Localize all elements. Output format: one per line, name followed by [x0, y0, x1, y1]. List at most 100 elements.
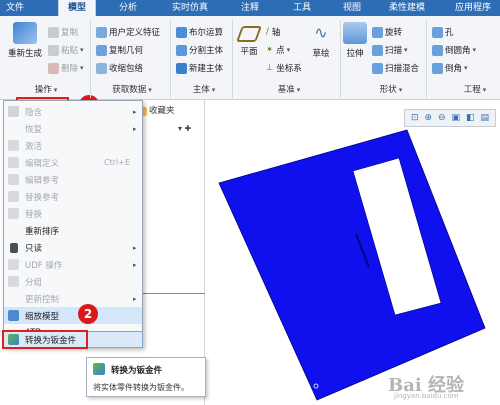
sheet-body-face	[218, 129, 486, 401]
sketch-button[interactable]: ∿ 草绘	[306, 22, 336, 59]
ribbon-separator	[426, 20, 427, 98]
menu-label: 隐含	[25, 107, 43, 118]
tree-insert-indicator	[143, 293, 205, 294]
menu-item-read-only[interactable]: 只读 ▸	[4, 239, 142, 256]
menu-label: UDF 操作	[25, 260, 63, 271]
shrinkwrap-label: 收缩包络	[109, 64, 144, 74]
update-control-icon	[8, 293, 19, 304]
menu-shortcut: Ctrl+E	[104, 158, 130, 167]
graphics-window[interactable]	[205, 100, 500, 405]
favorites-tab[interactable]: 收藏夹	[138, 104, 175, 118]
suppress-icon	[8, 106, 19, 117]
menu-label: 恢复	[25, 124, 43, 135]
ribbon-separator	[90, 20, 91, 98]
menu-item-group[interactable]: 分组	[4, 273, 142, 290]
tab-analysis[interactable]: 分析	[112, 0, 144, 16]
replace-icon	[8, 208, 19, 219]
udf-operations-icon	[8, 259, 19, 270]
watermark-url: jingyan.baidu.com	[394, 392, 459, 400]
menu-item-suppress[interactable]: 隐含 ▸	[4, 103, 142, 120]
operations-group-button[interactable]: 操作 ▾	[14, 82, 78, 98]
reorder-icon	[8, 225, 19, 236]
operations-label: 操作	[34, 85, 52, 95]
tab-flexible-modeling[interactable]: 柔性建模	[380, 0, 434, 16]
menu-item-update-control[interactable]: 更新控制 ▸	[4, 290, 142, 307]
axis-icon: /	[266, 27, 269, 37]
tab-file[interactable]: 文件	[0, 0, 30, 16]
menu-item-scale-model[interactable]: 缩放模型	[4, 307, 142, 324]
extrude-label: 拉伸	[346, 49, 364, 59]
body-label: 主体	[192, 85, 210, 95]
tab-tools[interactable]: 工具	[286, 0, 318, 16]
menu-item-edit-references[interactable]: 编辑参考	[4, 171, 142, 188]
extrude-icon	[343, 22, 367, 44]
zoom-in-icon[interactable]: ⊕	[425, 113, 433, 123]
replace-references-icon	[8, 191, 19, 202]
shrinkwrap-button[interactable]: 收缩包络	[96, 61, 143, 75]
split-body-label: 分割主体	[189, 46, 224, 56]
highlight-box-convert	[2, 330, 88, 349]
favorites-label: 收藏夹	[149, 106, 175, 116]
menu-item-reorder[interactable]: 重新排序	[4, 222, 142, 239]
repaint-icon[interactable]: ▣	[452, 113, 461, 123]
udf-button[interactable]: 用户定义特征	[96, 25, 160, 39]
step-marker-2: 2	[78, 304, 98, 324]
shapes-group-button[interactable]: 形状 ▾	[364, 82, 418, 98]
chamfer-button[interactable]: 倒角 ▾	[432, 61, 468, 75]
get-data-label: 获取数据	[112, 85, 147, 95]
shrinkwrap-icon	[96, 62, 107, 74]
body-group-button[interactable]: 主体 ▾	[180, 82, 228, 98]
get-data-group-button[interactable]: 获取数据 ▾	[100, 82, 164, 98]
datum-group-button[interactable]: 基准 ▾	[262, 82, 316, 98]
plane-button[interactable]: 平面	[236, 22, 262, 57]
extrude-button[interactable]: 拉伸	[342, 22, 368, 59]
csys-icon: ⊥	[266, 63, 274, 73]
revolve-button[interactable]: 旋转	[372, 25, 402, 39]
activate-icon	[8, 140, 19, 151]
point-button[interactable]: ✶ 点 ▾	[266, 43, 290, 57]
menu-item-replace-references[interactable]: 替换参考	[4, 188, 142, 205]
hole-button[interactable]: 孔	[432, 25, 454, 39]
chamfer-icon	[432, 62, 443, 74]
operations-dropdown-menu: 隐含 ▸ 恢复 ▸ 激活 编辑定义 Ctrl+E 编辑参考 替换参考 替换 重新排序 …	[3, 100, 143, 348]
tree-settings-icon[interactable]: ▾ ✚	[178, 124, 191, 133]
delete-button[interactable]: 删除 ▾	[48, 61, 84, 75]
copy-geometry-button[interactable]: 复制几何	[96, 43, 143, 57]
csys-button[interactable]: ⊥ 坐标系	[266, 61, 302, 75]
menu-label: 分组	[25, 277, 43, 288]
paste-button[interactable]: 粘贴 ▾	[48, 43, 84, 57]
boolean-button[interactable]: 布尔运算	[176, 25, 223, 39]
ribbon-separator	[170, 20, 171, 98]
axis-button[interactable]: / 轴	[266, 25, 280, 39]
new-body-button[interactable]: 新建主体	[176, 61, 223, 75]
menu-item-edit-definition[interactable]: 编辑定义 Ctrl+E	[4, 154, 142, 171]
sketch-icon: ∿	[314, 23, 328, 42]
tooltip: 转换为钣金件 将实体零件转换为钣金件。	[86, 357, 206, 397]
tab-model[interactable]: 模型	[58, 0, 96, 16]
ribbon-separator	[340, 20, 341, 98]
tab-applications[interactable]: 应用程序	[446, 0, 500, 16]
zoom-out-icon[interactable]: ⊖	[438, 113, 446, 123]
round-button[interactable]: 倒圆角 ▾	[432, 43, 476, 57]
display-style-icon[interactable]: ▤	[481, 113, 490, 123]
copy-geometry-icon	[96, 44, 107, 56]
plane-label: 平面	[240, 47, 258, 57]
split-body-button[interactable]: 分割主体	[176, 43, 223, 57]
sweep-button[interactable]: 扫描 ▾	[372, 43, 408, 57]
saved-views-icon[interactable]: ◧	[466, 113, 475, 123]
zoom-fit-icon[interactable]: ⊡	[411, 113, 419, 123]
tab-annotation[interactable]: 注释	[234, 0, 266, 16]
menu-item-resume[interactable]: 恢复 ▸	[4, 120, 142, 137]
regenerate-button[interactable]: 重新生成	[4, 22, 46, 59]
menu-item-replace[interactable]: 替换	[4, 205, 142, 222]
engineering-group-button[interactable]: 工程 ▾	[452, 82, 498, 98]
swept-blend-button[interactable]: 扫描混合	[372, 61, 419, 75]
menu-item-udf-operations[interactable]: UDF 操作 ▸	[4, 256, 142, 273]
group-icon	[8, 276, 19, 287]
menu-item-activate[interactable]: 激活	[4, 137, 142, 154]
hole-icon	[432, 26, 443, 38]
tab-simulation[interactable]: 实时仿真	[160, 0, 220, 16]
copy-button[interactable]: 复制	[48, 25, 78, 39]
engineering-label: 工程	[463, 85, 481, 95]
tab-view[interactable]: 视图	[336, 0, 368, 16]
